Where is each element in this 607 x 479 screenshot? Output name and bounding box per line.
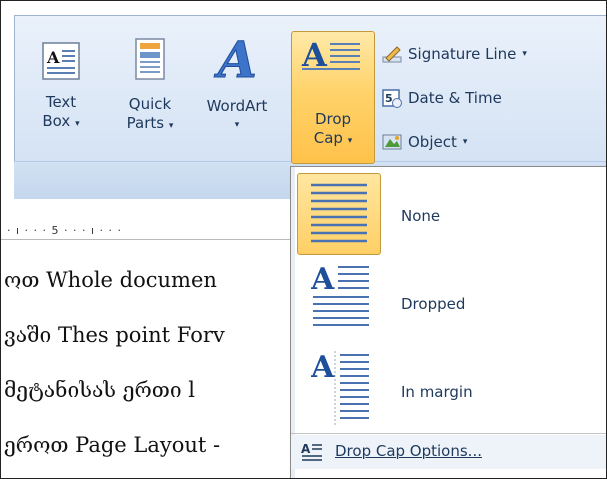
text-box-button[interactable]: A Text Box ▾	[31, 41, 91, 161]
quick-parts-label-line2: Parts	[126, 114, 165, 132]
screenshot-frame: A Text Box ▾ Quick Parts ▾ A WordArt ▾ A…	[0, 0, 607, 479]
document-line: მეტანისას ერთი l	[4, 378, 196, 402]
svg-text:A: A	[301, 442, 311, 456]
drop-cap-button[interactable]: A Drop Cap ▾	[291, 31, 375, 164]
document-line: ეროთ Page Layout -	[4, 433, 221, 457]
menu-item-none-label: None	[401, 207, 441, 225]
document-line: ოთ Whole documen	[4, 268, 217, 292]
menu-item-in-margin-label: In margin	[401, 383, 473, 401]
drop-cap-none-icon	[311, 183, 367, 243]
signature-pen-icon	[382, 44, 402, 64]
signature-line-dropdown-caret: ▾	[522, 49, 527, 59]
object-label: Object	[408, 133, 457, 151]
menu-item-dropped-label: Dropped	[401, 295, 466, 313]
wordart-label: WordArt	[206, 97, 268, 115]
signature-line-button[interactable]: Signature Line ▾	[382, 41, 527, 67]
svg-text:A: A	[311, 262, 335, 297]
menu-item-in-margin[interactable]: A In margin	[297, 345, 606, 431]
ruler-baseline	[1, 239, 301, 240]
drop-cap-options-label: Drop Cap Options...	[335, 442, 482, 460]
quick-parts-button[interactable]: Quick Parts ▾	[115, 38, 185, 161]
drop-cap-dropdown-caret: ▾	[347, 136, 353, 146]
svg-text:A: A	[311, 350, 335, 385]
menu-separator	[291, 433, 606, 434]
quick-parts-dropdown-caret: ▾	[168, 121, 174, 131]
wordart-dropdown-caret: ▾	[234, 120, 240, 130]
object-icon	[382, 132, 402, 152]
signature-line-label: Signature Line	[408, 45, 517, 63]
svg-text:A: A	[214, 33, 257, 83]
drop-cap-label-line1: Drop	[314, 110, 352, 128]
object-dropdown-caret: ▾	[462, 137, 468, 147]
drop-cap-icon: A	[301, 36, 360, 74]
svg-text:5: 5	[385, 92, 393, 105]
ruler-ticks: · ı · · · 5 · · · ı · · ·	[7, 224, 123, 237]
drop-cap-dropped-icon: A	[311, 262, 369, 326]
svg-text:A: A	[46, 48, 60, 67]
text-box-icon: A	[42, 42, 80, 80]
drop-cap-options-icon: A	[301, 442, 322, 461]
text-box-label-line2-wrap: Box ▾	[31, 112, 91, 134]
wordart-button[interactable]: A WordArt ▾	[196, 33, 278, 161]
drop-cap-in-margin-icon: A	[311, 350, 369, 427]
menu-item-dropped[interactable]: A Dropped	[297, 259, 606, 345]
drop-cap-label-line2-wrap: Cap ▾	[292, 129, 374, 151]
date-time-button[interactable]: 5 Date & Time	[382, 85, 502, 111]
quick-parts-icon	[135, 38, 165, 80]
quick-parts-label-line1: Quick	[128, 95, 172, 113]
horizontal-ruler[interactable]: · ı · · · 5 · · · ı · · ·	[1, 223, 301, 241]
calendar-icon: 5	[382, 88, 402, 108]
drop-cap-dropdown-menu: None A Dropped A In margin A Drop Cap Op…	[290, 166, 606, 478]
object-button[interactable]: Object ▾	[382, 129, 467, 155]
wordart-icon: A	[214, 33, 258, 83]
drop-cap-options-item[interactable]: A Drop Cap Options...	[291, 435, 606, 469]
text-box-dropdown-caret: ▾	[75, 119, 80, 129]
document-line: ვაში Thes point Forv	[4, 323, 225, 347]
drop-cap-label-line2: Cap	[313, 129, 343, 147]
quick-parts-label-line2-wrap: Parts ▾	[115, 114, 185, 136]
text-box-label-line1: Text	[45, 93, 77, 111]
menu-item-none[interactable]: None	[297, 171, 606, 257]
date-time-label: Date & Time	[408, 89, 502, 107]
text-box-label-line2: Box	[42, 112, 71, 130]
drop-cap-label-wrap: Drop Cap ▾	[292, 110, 374, 151]
